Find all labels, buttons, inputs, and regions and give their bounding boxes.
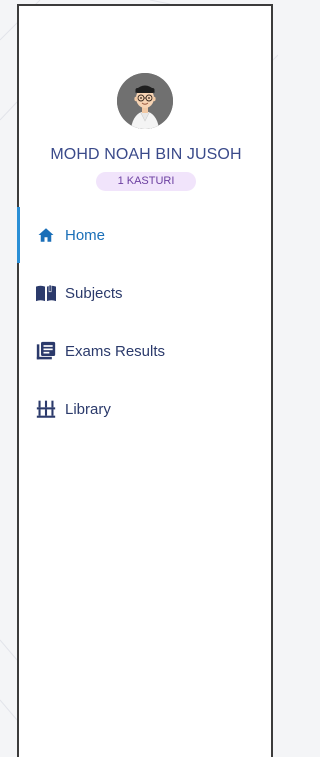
nav-item-library[interactable]: Library	[19, 381, 271, 437]
sidebar: MOHD NOAH BIN JUSOH 1 KASTURI Home Subje…	[17, 4, 273, 757]
avatar-icon	[117, 73, 173, 129]
nav-item-label: Library	[65, 400, 111, 418]
book-open-icon	[35, 282, 57, 304]
nav-item-label: Exams Results	[65, 342, 166, 360]
nav-item-label: Subjects	[65, 284, 123, 302]
avatar[interactable]	[117, 73, 173, 129]
home-icon	[35, 224, 57, 246]
nav-item-label: Home	[65, 226, 106, 244]
nav-item-subjects[interactable]: Subjects	[19, 265, 271, 321]
bookshelf-icon	[35, 398, 57, 420]
user-name: MOHD NOAH BIN JUSOH	[50, 146, 242, 163]
nav-item-exams-results[interactable]: Exams Results	[19, 323, 271, 379]
list-alt-icon	[35, 340, 57, 362]
nav-item-home[interactable]: Home	[17, 207, 269, 263]
class-badge: 1 KASTURI	[96, 172, 196, 191]
